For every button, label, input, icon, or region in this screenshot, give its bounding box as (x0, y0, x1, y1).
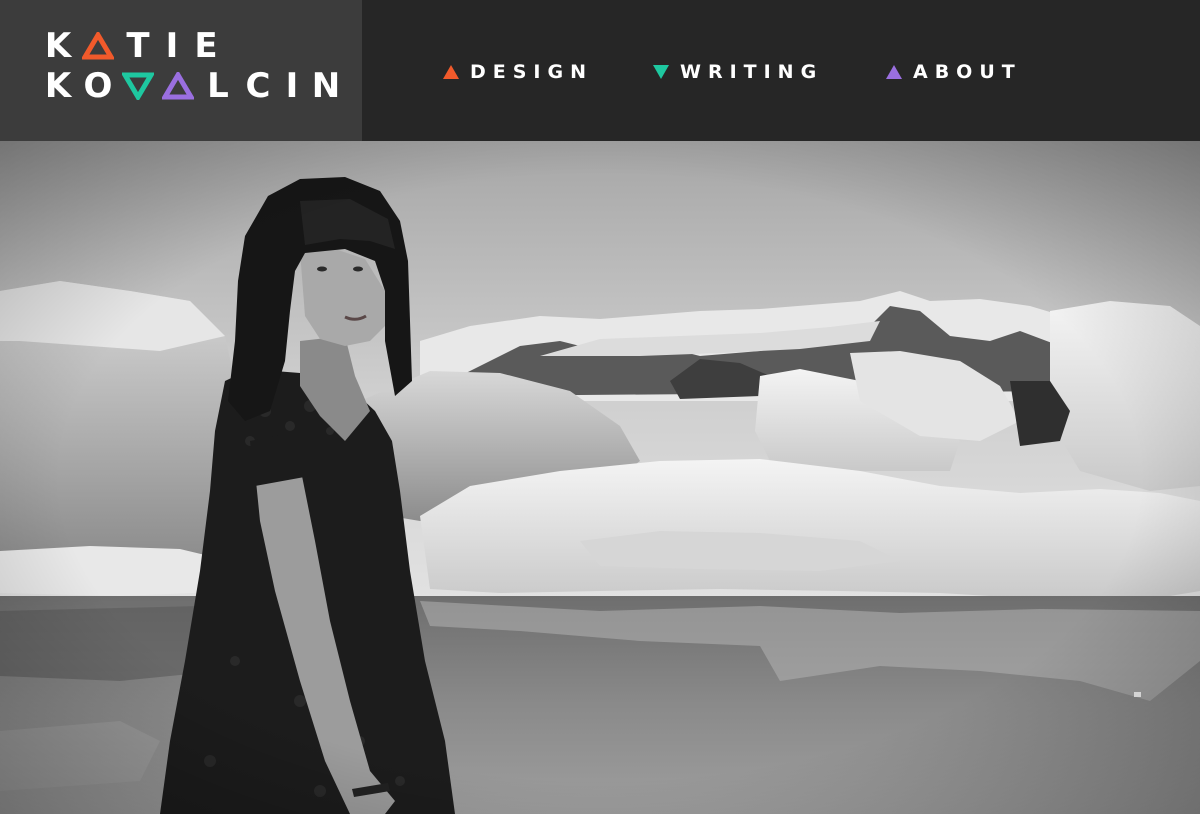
site-header: K T I E K O L C I N DESIGN WRITING ABOUT (0, 0, 1200, 141)
triangle-up-icon (443, 65, 459, 79)
logo-letter: T (126, 26, 150, 66)
nav-item-design[interactable]: DESIGN (442, 58, 593, 86)
logo-letter: I (165, 26, 179, 66)
logo-letter: E (194, 26, 218, 66)
triangle-down-icon (118, 68, 158, 104)
triangle-up-icon (886, 65, 902, 79)
nav-item-label: WRITING (680, 61, 824, 83)
logo-line-last-name: K O L C I N (38, 68, 346, 104)
logo-letter: K (44, 66, 72, 106)
logo-line-first-name: K T I E (38, 28, 226, 64)
nav-item-about[interactable]: ABOUT (885, 58, 1022, 86)
site-logo[interactable]: K T I E K O L C I N (0, 0, 362, 141)
logo-letter: I (285, 66, 299, 106)
logo-letter: C (245, 66, 271, 106)
logo-letter: N (311, 66, 341, 106)
hero-photo (0, 141, 1200, 814)
triangle-up-icon (78, 28, 118, 64)
logo-letter: L (207, 66, 229, 106)
nav-item-label: DESIGN (470, 61, 594, 83)
triangle-up-icon (158, 68, 198, 104)
nav-item-label: ABOUT (913, 61, 1022, 83)
nav-item-writing[interactable]: WRITING (652, 58, 823, 86)
logo-letter: K (44, 26, 72, 66)
hero-photo-illustration (0, 141, 1200, 814)
triangle-down-icon (653, 65, 669, 79)
logo-letter: O (83, 66, 113, 106)
